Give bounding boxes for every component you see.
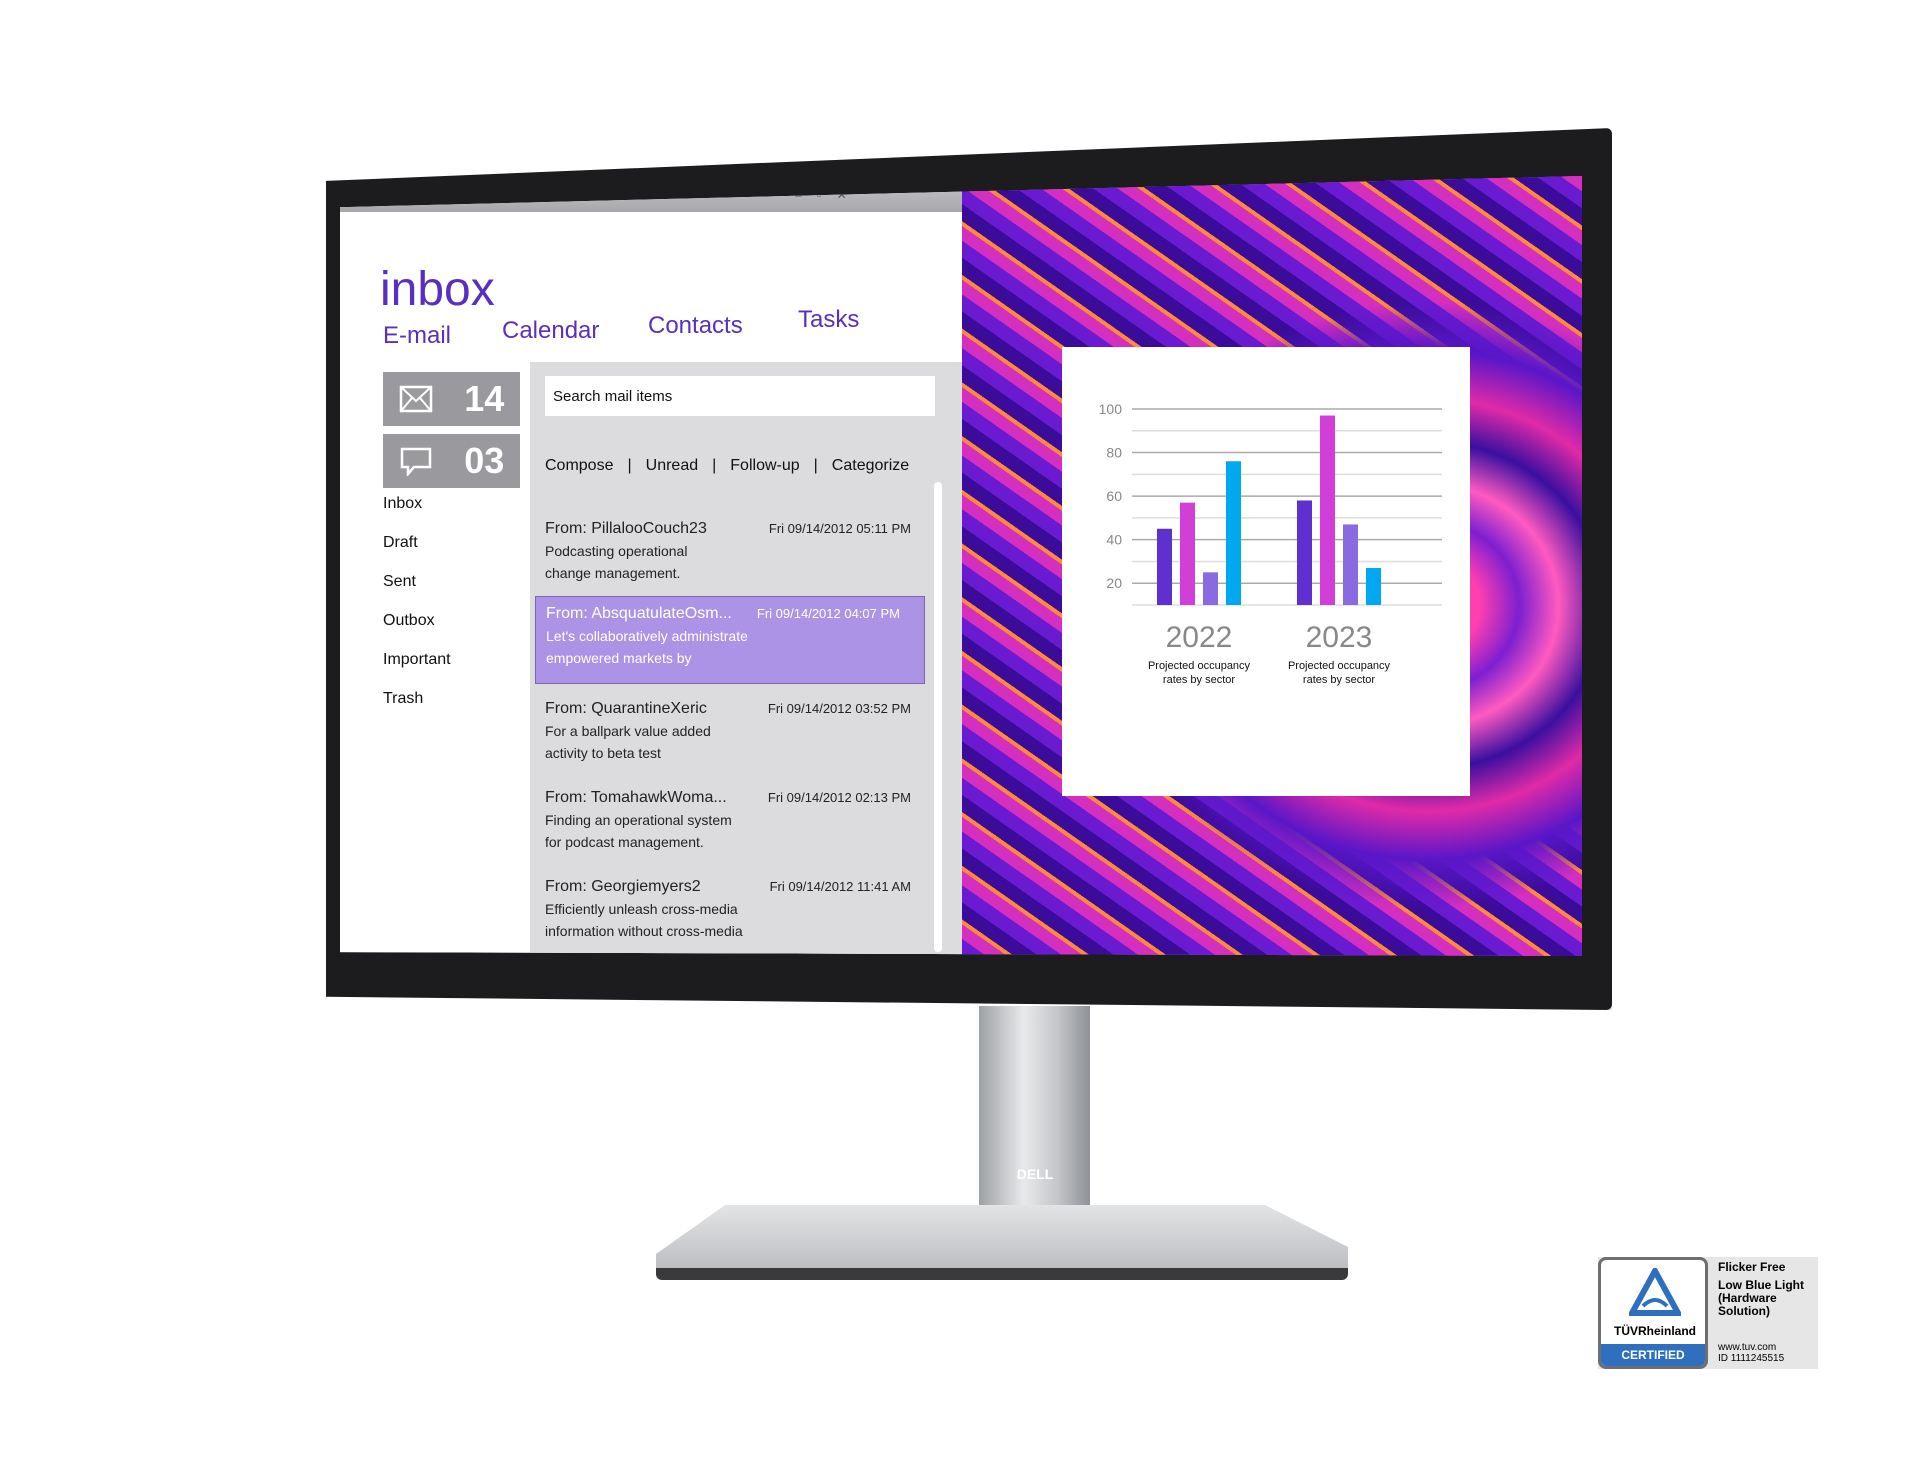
separator: | [813,457,818,474]
mail-app: – ▫ ✕ inbox E-mail Calendar Contacts Tas… [340,176,962,956]
folder-important[interactable]: Important [383,651,451,669]
tuv-certification-badge: TÜVRheinland CERTIFIED Flicker Free Low … [1598,1257,1818,1369]
monitor-stand-neck [979,1006,1090,1221]
folder-trash[interactable]: Trash [383,690,423,708]
monitor-stand-base [656,1205,1348,1275]
bar [1226,461,1241,605]
email-preview: empowered markets by [546,650,692,666]
y-tick-label: 100 [1099,401,1123,417]
email-item[interactable]: From: QuarantineXeric Fri 09/14/2012 03:… [545,692,935,780]
unread-mail-count: 14 [464,378,505,419]
search-input[interactable]: Search mail items [545,376,935,416]
separator: | [712,457,717,474]
message-count: 03 [464,440,505,481]
email-date: Fri 09/14/2012 04:07 PM [756,606,900,621]
y-tick-label: 60 [1106,488,1122,504]
app-title: inbox [380,263,495,316]
separator: | [627,457,632,474]
dell-logo: DELL [1016,1166,1054,1182]
tab-calendar[interactable]: Calendar [502,317,599,345]
email-preview: For a ballpark value added [545,723,711,739]
email-preview: for podcast management. [545,834,704,850]
bar [1203,572,1218,605]
category-caption: rates by sector [1303,674,1375,686]
monitor-screen: – ▫ ✕ inbox E-mail Calendar Contacts Tas… [340,176,1582,956]
email-preview: Podcasting operational [545,543,688,559]
email-preview: activity to beta test [545,745,661,761]
folder-outbox[interactable]: Outbox [383,612,435,630]
tuv-logo: TÜVRheinland CERTIFIED [1598,1257,1708,1369]
email-preview: Let's collaboratively administrate [546,628,748,644]
x-category-label: 2023 [1306,621,1373,654]
bar [1297,500,1312,605]
email-date: Fri 09/14/2012 02:13 PM [767,790,911,805]
compose-button[interactable]: Compose [545,457,613,475]
email-date: Fri 09/14/2012 05:11 PM [768,521,911,536]
mail-toolbar: Compose | Unread | Follow-up | Categoriz… [545,457,909,475]
bar [1157,528,1172,605]
email-item[interactable]: From: PillalooCouch23 Fri 09/14/2012 05:… [545,512,935,600]
chat-bubble-icon [400,447,431,476]
tab-tasks[interactable]: Tasks [798,306,859,334]
triangle-icon [1629,1268,1681,1316]
tuv-id: ID 1111245515 [1718,1353,1785,1364]
tab-contacts[interactable]: Contacts [648,312,743,340]
monitor-stand-base-edge [656,1268,1348,1280]
category-caption: Projected occupancy [1288,660,1391,672]
scrollbar[interactable] [934,482,942,952]
mail-counter[interactable]: 14 [383,372,520,426]
tuv-url: www.tuv.com [1718,1342,1777,1353]
tuv-name: TÜVRheinland [1613,1324,1696,1338]
email-preview: change management. [545,565,681,581]
feature-text: Solution) [1718,1304,1770,1318]
email-item[interactable]: From: TomahawkWoma... Fri 09/14/2012 02:… [545,781,935,869]
x-category-label: 2022 [1166,621,1233,654]
category-caption: Projected occupancy [1148,660,1251,672]
email-preview: Efficiently unleash cross-media [545,901,738,917]
email-preview: information without cross-media [545,923,743,939]
bar [1343,524,1358,605]
feature-text: Flicker Free [1718,1260,1786,1274]
mail-list-panel: Search mail items Compose | Unread | Fol… [530,362,962,956]
unread-button[interactable]: Unread [646,457,698,475]
email-item[interactable]: From: Georgiemyers2 Fri 09/14/2012 11:41… [545,870,935,956]
bar [1180,502,1195,605]
email-item-selected[interactable]: From: AbsquatulateOsm... Fri 09/14/2012 … [535,596,925,684]
category-caption: rates by sector [1163,674,1235,686]
tab-email[interactable]: E-mail [383,322,451,350]
folder-inbox[interactable]: Inbox [383,495,422,513]
follow-up-button[interactable]: Follow-up [730,457,799,475]
bar [1320,415,1335,605]
categorize-button[interactable]: Categorize [832,457,909,475]
y-tick-label: 80 [1106,445,1122,461]
wallpaper: 20 40 60 80 100 2022 Projected occupancy rates … [962,176,1582,956]
email-preview: Finding an operational system [545,812,732,828]
chart-card: 20 40 60 80 100 2022 Projected occupancy rates … [1062,347,1470,796]
message-counter[interactable]: 03 [383,434,520,488]
folder-sent[interactable]: Sent [383,573,416,591]
email-date: Fri 09/14/2012 11:41 AM [769,879,911,894]
email-date: Fri 09/14/2012 03:52 PM [767,701,911,716]
bar [1366,567,1381,605]
certified-label: CERTIFIED [1601,1344,1705,1366]
bar-chart: 20 40 60 80 100 2022 Projected occupancy rates … [1099,401,1442,686]
y-tick-label: 40 [1106,532,1122,548]
y-tick-label: 20 [1106,575,1122,591]
envelope-icon [399,385,432,413]
folder-draft[interactable]: Draft [383,534,418,552]
